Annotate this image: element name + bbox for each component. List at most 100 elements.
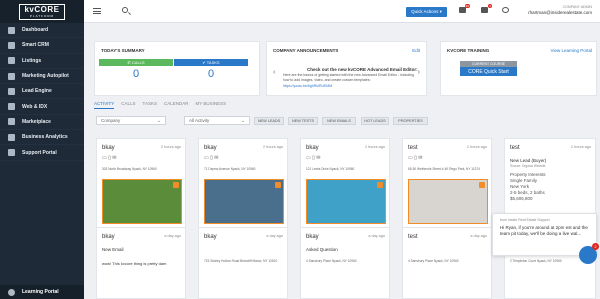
quick-actions-button[interactable]: Quick Actions ▾ [406, 7, 447, 17]
property-address: 65-50 Wetherole Street # 4K Rego Park, N… [408, 167, 480, 171]
search-icon[interactable] [122, 7, 128, 13]
lead-name[interactable]: bkay [204, 145, 217, 151]
autopilot-icon [8, 72, 15, 80]
chevron-down-icon: ⌄ [240, 118, 245, 124]
activity-type: Asked Question [306, 247, 338, 252]
property-tag-icon [479, 182, 485, 188]
mail-icon[interactable]: 99 [459, 4, 470, 13]
lead-details: Property Interests Single Family New Yor… [510, 172, 546, 201]
lead-name[interactable]: test [408, 145, 418, 151]
company-select[interactable]: Company ⌄ [96, 116, 166, 125]
activity-card[interactable]: test a day ago 4 Sansbury Place Nyack, N… [402, 227, 492, 299]
tab-tasks[interactable]: TASKS [143, 101, 157, 109]
lead-name[interactable]: bkay [102, 145, 115, 151]
dashboard-icon [8, 26, 15, 34]
lead-name[interactable]: test [510, 145, 520, 151]
view-learning-portal-link[interactable]: View Learning Portal [551, 48, 592, 53]
sidebar-item-support-portal[interactable]: Support Portal [0, 145, 84, 161]
history-icon[interactable] [502, 7, 509, 13]
lead-name[interactable]: bkay [204, 234, 217, 240]
sidebar-item-web-idx[interactable]: Web & IDX [0, 99, 84, 115]
property-address: 4 Sansbury Place Nyack, NY 10960 [306, 259, 357, 263]
summary-title: TODAY'S SUMMARY [101, 48, 145, 53]
account-menu[interactable]: COMPANY ADMIN rhartman@insiderealestate.… [528, 5, 592, 15]
chat-sender: from Inside Real Estate Support [500, 218, 550, 222]
chat-launcher-button[interactable]: 2 [579, 243, 599, 264]
listings-icon [8, 57, 15, 65]
property-address: 715 Sickley Hollow Road Briarcliff Manor… [204, 259, 278, 263]
activity-card[interactable]: bkay 2 hours ago ▭ ▯ ✉ 71 Depew Avenue N… [198, 138, 288, 237]
menu-icon[interactable] [93, 8, 101, 14]
property-address: 4 Sansbury Place Nyack, NY 10960 [408, 259, 459, 263]
property-address: 121 Lewis Drive Nyack, NY 10960 [306, 167, 355, 171]
course-button[interactable]: CORE Quick Start [460, 67, 517, 76]
crm-icon [8, 41, 15, 49]
property-address: 71 Depew Avenue Nyack, NY 10960 [204, 167, 256, 171]
sidebar-item-lead-engine[interactable]: Lead Engine [0, 84, 84, 100]
announcement-body: Here are the basics of getting started w… [283, 73, 414, 82]
brand-logo[interactable]: kvCORE PLATFORM [0, 0, 84, 23]
mail-badge: 99 [464, 4, 470, 8]
filter-hot-leads[interactable]: HOT LEADS [361, 117, 389, 125]
sidebar-item-marketing-autopilot[interactable]: Marketing Autopilot [0, 69, 84, 85]
tasks-count[interactable]: 0 [174, 68, 248, 80]
activity-card[interactable]: bkay a day ago Asked Question 4 Sansbury… [300, 227, 390, 299]
tasks-icon[interactable]: 2 [481, 4, 492, 13]
learning-portal-link[interactable]: Learning Portal [0, 285, 84, 299]
activity-card[interactable]: bkay a day ago New Email wow! This kvcor… [96, 227, 186, 299]
tab-activity[interactable]: ACTIVITY [94, 101, 115, 109]
lead-name[interactable]: bkay [306, 145, 319, 151]
activity-time: 2 hours ago [364, 145, 385, 149]
sidebar-item-business-analytics[interactable]: Business Analytics [0, 130, 84, 146]
training-card: KVCORE TRAINING View Learning Portal CUR… [440, 41, 597, 96]
filter-new-emails[interactable]: NEW EMAILS [322, 117, 356, 125]
announcement-headline: Check out the new kvCORE Advanced Email … [307, 67, 418, 72]
announcements-title: COMPANY ANNOUNCEMENTS [273, 48, 339, 53]
sidebar-item-smart-crm[interactable]: Smart CRM [0, 38, 84, 54]
lead-name[interactable]: test [408, 234, 418, 240]
tab-calendar[interactable]: CALENDAR [164, 101, 189, 109]
activity-time: a day ago [368, 234, 385, 238]
activity-card[interactable]: bkay a day ago 715 Sickley Hollow Road B… [198, 227, 288, 299]
property-photo[interactable] [204, 179, 284, 224]
lead-name[interactable]: bkay [102, 234, 115, 240]
activity-card[interactable]: bkay 2 hours ago ▭ ▯ ✉ 121 Lewis Drive N… [300, 138, 390, 237]
filter-properties[interactable]: PROPERTIES [393, 117, 428, 125]
tab-calls[interactable]: CALLS [121, 101, 135, 109]
activity-time: 2 hours ago [570, 145, 591, 149]
brand-name: kvCORE [24, 4, 60, 14]
property-photo[interactable] [306, 179, 386, 224]
device-icons: ▭ ▯ ✉ [102, 155, 117, 161]
sidebar-item-listings[interactable]: Listings [0, 54, 84, 69]
activity-card[interactable]: bkay 2 hours ago ▭ ▯ ✉ 303 North Broadwa… [96, 138, 186, 237]
property-photo[interactable] [102, 179, 182, 224]
lead-name[interactable]: bkay [306, 234, 319, 240]
marketplace-icon [8, 118, 15, 126]
tasks-label[interactable]: ✔ TASKS [174, 59, 248, 66]
activity-tabs: ACTIVITY CALLS TASKS CALENDAR MY BUSINES… [94, 101, 233, 109]
activity-card[interactable]: test 2 hours ago ▭ ▯ ✉ 65-50 Wetherole S… [402, 138, 492, 237]
sidebar-item-dashboard[interactable]: Dashboard [0, 23, 84, 39]
edit-link[interactable]: Edit [412, 48, 420, 53]
filter-new-leads[interactable]: NEW LEADS [254, 117, 284, 125]
announcements-card: COMPANY ANNOUNCEMENTS Edit ‹ › Check out… [266, 41, 427, 96]
device-icons: ▭ ▯ ✉ [306, 155, 321, 161]
property-address: 303 North Broadway Nyack, NY 10960 [102, 167, 157, 171]
sidebar: kvCORE PLATFORM Dashboard Smart CRM List… [0, 0, 84, 299]
activity-time: a day ago [266, 234, 283, 238]
calls-count[interactable]: 0 [99, 68, 173, 80]
prev-arrow-icon[interactable]: ‹ [273, 69, 275, 76]
activity-select[interactable]: All Activity ⌄ [184, 116, 250, 125]
property-photo[interactable] [408, 179, 488, 224]
calls-label[interactable]: ✆ CALLS [99, 59, 173, 66]
lead-engine-icon [8, 87, 15, 95]
activity-time: 2 hours ago [466, 145, 487, 149]
tab-my-business[interactable]: MY BUSINESS [195, 101, 226, 109]
training-title: KVCORE TRAINING [447, 48, 490, 53]
announcement-link[interactable]: https://youtu.be/6ghRkIRUEMM [283, 84, 332, 88]
property-tag-icon [275, 182, 281, 188]
chat-badge: 2 [592, 243, 599, 250]
todays-summary-card: TODAY'S SUMMARY ✆ CALLS 0 ✔ TASKS 0 [94, 41, 260, 96]
filter-new-tests[interactable]: NEW TESTS [288, 117, 318, 125]
sidebar-item-marketplace[interactable]: Marketplace [0, 115, 84, 131]
